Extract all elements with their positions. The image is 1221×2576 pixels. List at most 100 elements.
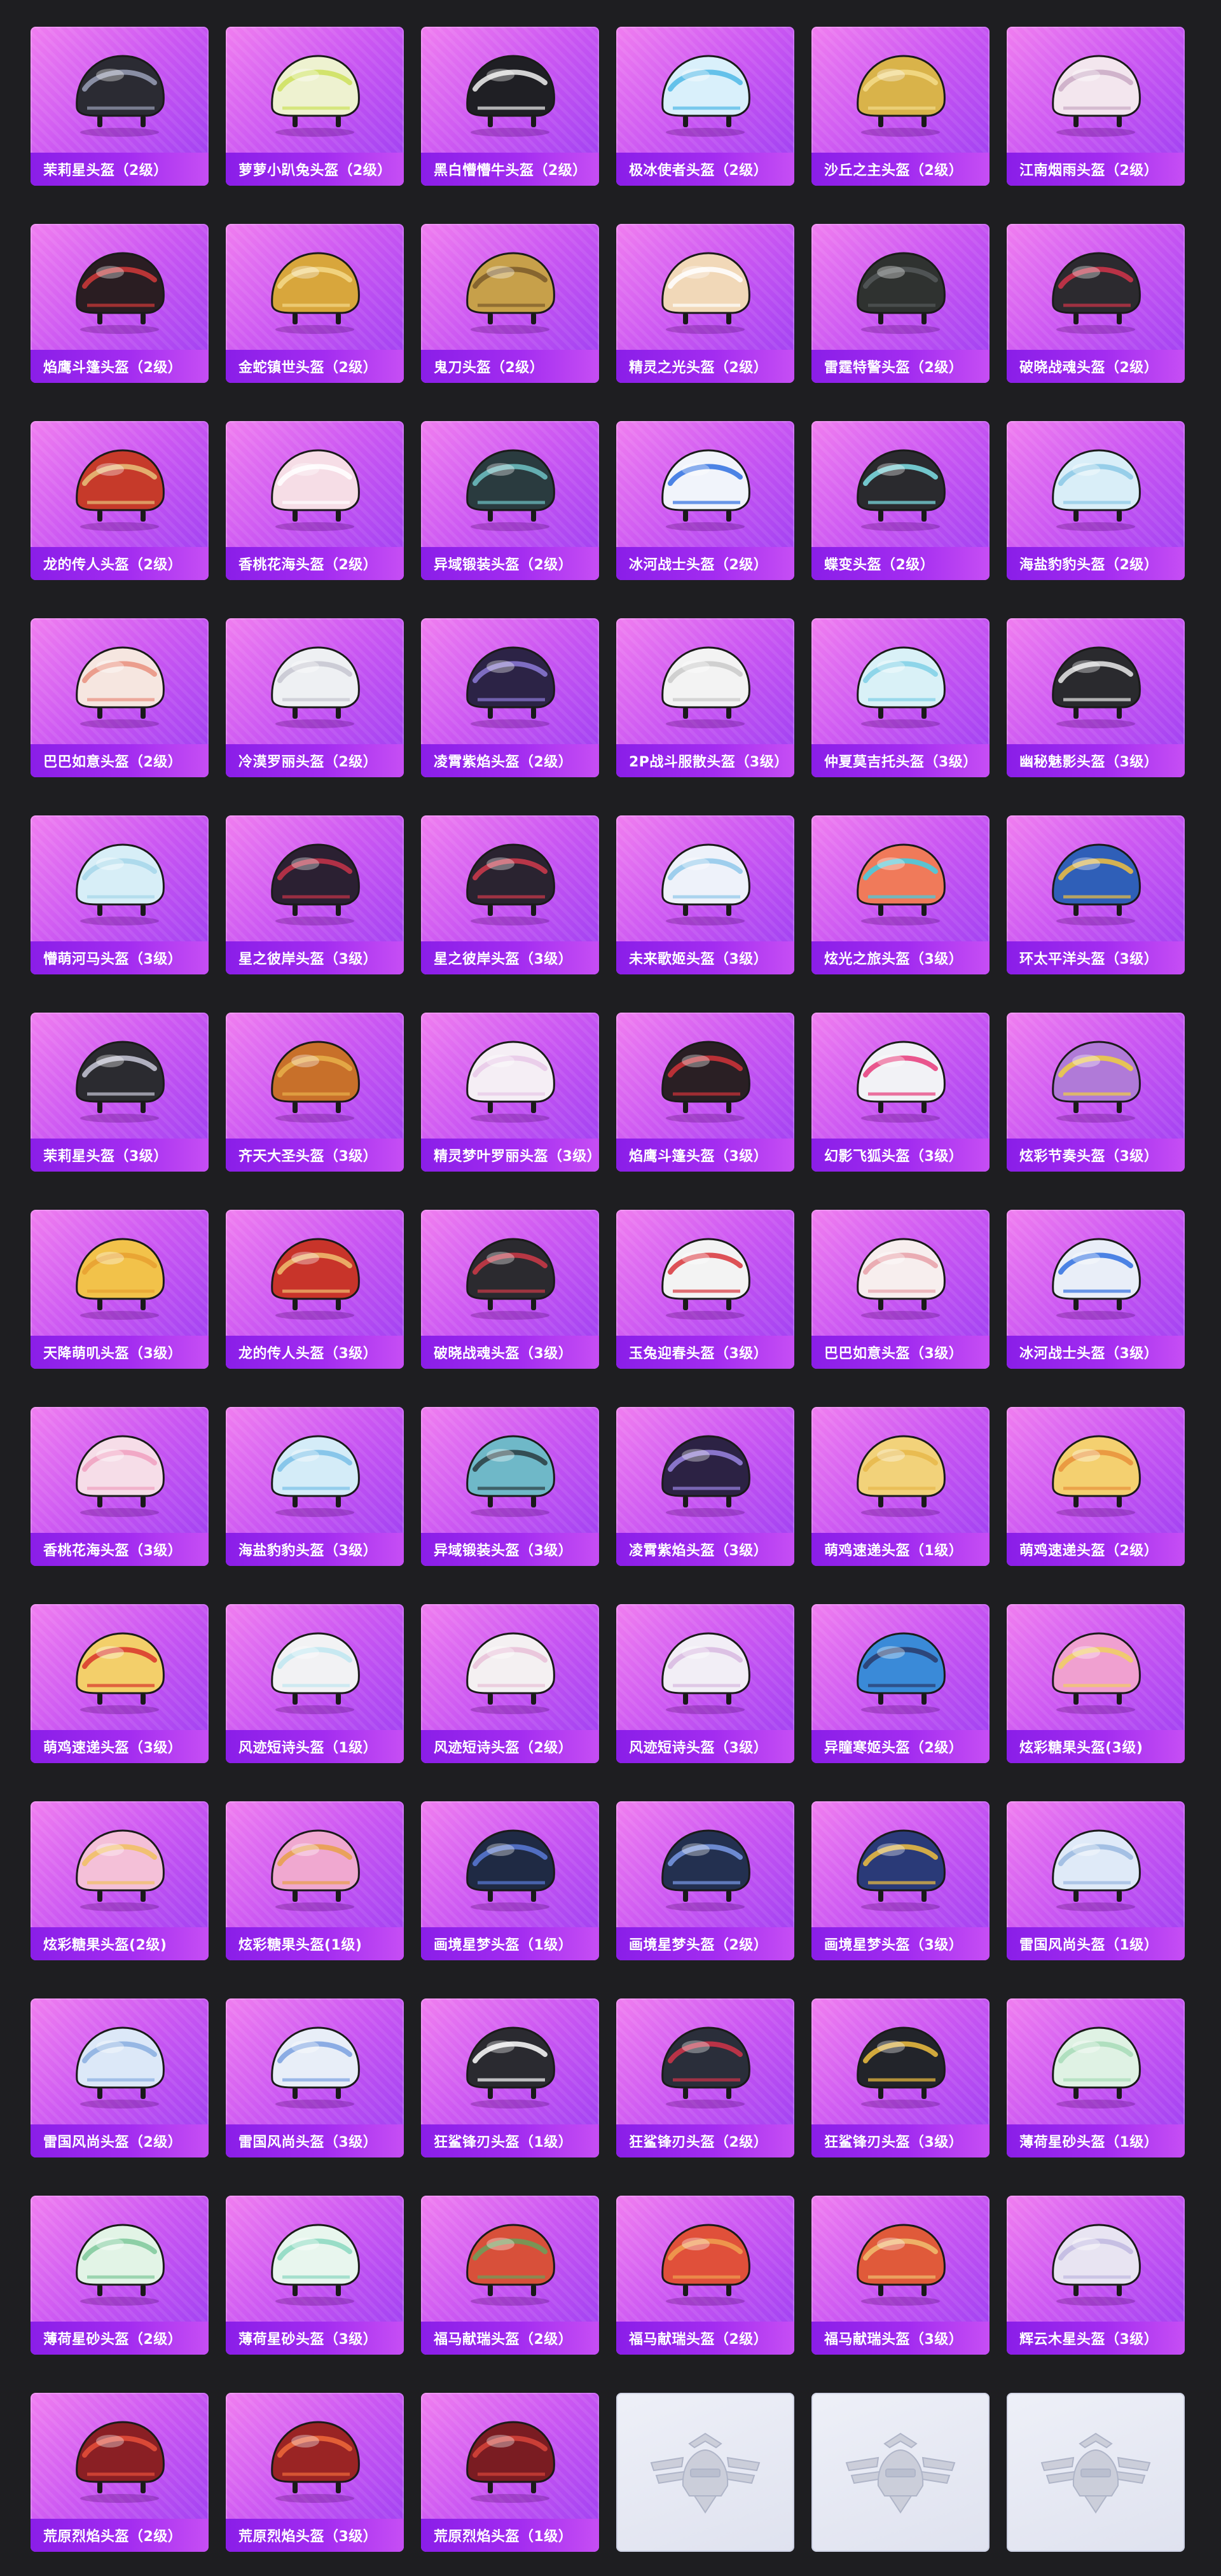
helmet-card[interactable]: 风迹短诗头盔（1级） (226, 1604, 404, 1763)
item-art (421, 2207, 599, 2315)
item-art (226, 1221, 404, 1329)
helmet-card[interactable]: 炫彩节奏头盔（3级） (1007, 1013, 1185, 1172)
helmet-icon (271, 2224, 360, 2306)
helmet-card[interactable]: 破晓战魂头盔（3级） (421, 1210, 599, 1369)
placeholder-card[interactable] (811, 2393, 990, 2552)
item-art (226, 1616, 404, 1724)
helmet-card[interactable]: 精灵梦叶罗丽头盔（3级） (421, 1013, 599, 1172)
helmet-card[interactable]: 茉莉星头盔（3级） (31, 1013, 209, 1172)
helmet-icon (1052, 2026, 1141, 2109)
helmet-card[interactable]: 萝萝小趴兔头盔（2级） (226, 27, 404, 186)
helmet-card[interactable]: 冰河战士头盔（3级） (1007, 1210, 1185, 1369)
helmet-card[interactable]: 仲夏莫吉托头盔（3级） (811, 618, 990, 777)
helmet-card[interactable]: 冰河战士头盔（2级） (616, 421, 794, 580)
helmet-card[interactable]: 香桃花海头盔（3级） (31, 1407, 209, 1566)
helmet-card[interactable]: 异域锻装头盔（3级） (421, 1407, 599, 1566)
helmet-card[interactable]: 狂鲨锋刃头盔（3级） (811, 1998, 990, 2157)
helmet-card[interactable]: 荒原烈焰头盔（1级） (421, 2393, 599, 2552)
helmet-card[interactable]: 薄荷星砂头盔（1级） (1007, 1998, 1185, 2157)
helmet-card[interactable]: 沙丘之主头盔（2级） (811, 27, 990, 186)
helmet-card[interactable]: 齐天大圣头盔（3级） (226, 1013, 404, 1172)
helmet-card[interactable]: 茉莉星头盔（2级） (31, 27, 209, 186)
helmet-card[interactable]: 薄荷星砂头盔（3级） (226, 2196, 404, 2355)
helmet-card[interactable]: 精灵之光头盔（2级） (616, 224, 794, 383)
helmet-card[interactable]: 狂鲨锋刃头盔（1级） (421, 1998, 599, 2157)
helmet-card[interactable]: 炫彩糖果头盔(3级) (1007, 1604, 1185, 1763)
item-label: 福马献瑞头盔（2级） (421, 2322, 599, 2355)
item-label: 冷漠罗丽头盔（2级） (226, 744, 404, 777)
helmet-card[interactable]: 荒原烈焰头盔（2级） (31, 2393, 209, 2552)
item-art (616, 1813, 794, 1921)
helmet-card[interactable]: 雷国风尚头盔（1级） (1007, 1801, 1185, 1960)
helmet-card[interactable]: 破晓战魂头盔（2级） (1007, 224, 1185, 383)
item-art (616, 1418, 794, 1527)
helmet-card[interactable]: 玉兔迎春头盔（3级） (616, 1210, 794, 1369)
helmet-card[interactable]: 萌鸡速递头盔（1级） (811, 1407, 990, 1566)
item-art (31, 1024, 209, 1132)
helmet-card[interactable]: 薄荷星砂头盔（2级） (31, 2196, 209, 2355)
item-label: 破晓战魂头盔（2级） (1007, 350, 1185, 383)
helmet-card[interactable]: 焰鹰斗篷头盔（2级） (31, 224, 209, 383)
helmet-card[interactable]: 天降萌叽头盔（3级） (31, 1210, 209, 1369)
helmet-card[interactable]: 冷漠罗丽头盔（2级） (226, 618, 404, 777)
helmet-card[interactable]: 龙的传人头盔（3级） (226, 1210, 404, 1369)
helmet-card[interactable]: 星之彼岸头盔（3级） (226, 815, 404, 974)
helmet-card[interactable]: 福马献瑞头盔（2级） (616, 2196, 794, 2355)
item-label: 凌霄紫焰头盔（3级） (616, 1533, 794, 1566)
helmet-card[interactable]: 异瞳寒姬头盔（2级） (811, 1604, 990, 1763)
helmet-card[interactable]: 金蛇镇世头盔（2级） (226, 224, 404, 383)
helmet-card[interactable]: 荒原烈焰头盔（3级） (226, 2393, 404, 2552)
helmet-card[interactable]: 极冰使者头盔（2级） (616, 27, 794, 186)
helmet-card[interactable]: 黑白懵懵牛头盔（2级） (421, 27, 599, 186)
helmet-card[interactable]: 炫光之旅头盔（3级） (811, 815, 990, 974)
helmet-card[interactable]: 福马献瑞头盔（2级） (421, 2196, 599, 2355)
helmet-icon (271, 1829, 360, 1911)
helmet-card[interactable]: 环太平洋头盔（3级） (1007, 815, 1185, 974)
placeholder-card[interactable] (616, 2393, 794, 2552)
helmet-card[interactable]: 江南烟雨头盔（2级） (1007, 27, 1185, 186)
helmet-card[interactable]: 雷霆特警头盔（2级） (811, 224, 990, 383)
helmet-card[interactable]: 2P战斗服散头盔（3级） (616, 618, 794, 777)
helmet-card[interactable]: 凌霄紫焰头盔（3级） (616, 1407, 794, 1566)
helmet-card[interactable]: 蝶变头盔（2级） (811, 421, 990, 580)
helmet-card[interactable]: 萌鸡速递头盔（2级） (1007, 1407, 1185, 1566)
helmet-card[interactable]: 风迹短诗头盔（2级） (421, 1604, 599, 1763)
helmet-icon (1052, 252, 1141, 334)
item-label: 炫彩节奏头盔（3级） (1007, 1139, 1185, 1172)
helmet-card[interactable]: 画境星梦头盔（1级） (421, 1801, 599, 1960)
helmet-card[interactable]: 画境星梦头盔（3级） (811, 1801, 990, 1960)
placeholder-emblem-icon (1040, 2432, 1151, 2514)
helmet-card[interactable]: 雷国风尚头盔（3级） (226, 1998, 404, 2157)
helmet-card[interactable]: 巴巴如意头盔（3级） (811, 1210, 990, 1369)
helmet-card[interactable]: 辉云木星头盔（3级） (1007, 2196, 1185, 2355)
helmet-card[interactable]: 巴巴如意头盔（2级） (31, 618, 209, 777)
helmet-card[interactable]: 凌霄紫焰头盔（2级） (421, 618, 599, 777)
helmet-card[interactable]: 福马献瑞头盔（3级） (811, 2196, 990, 2355)
helmet-card[interactable]: 雷国风尚头盔（2级） (31, 1998, 209, 2157)
helmet-card[interactable]: 幽秘魅影头盔（3级） (1007, 618, 1185, 777)
helmet-card[interactable]: 龙的传人头盔（2级） (31, 421, 209, 580)
helmet-card[interactable]: 风迹短诗头盔（3级） (616, 1604, 794, 1763)
helmet-card[interactable]: 炫彩糖果头盔(1级) (226, 1801, 404, 1960)
item-art (616, 1616, 794, 1724)
helmet-icon (76, 1829, 165, 1911)
helmet-card[interactable]: 狂鲨锋刃头盔（2级） (616, 1998, 794, 2157)
helmet-card[interactable]: 炫彩糖果头盔(2级) (31, 1801, 209, 1960)
helmet-card[interactable]: 异域锻装头盔（2级） (421, 421, 599, 580)
helmet-icon (661, 843, 750, 925)
helmet-card[interactable]: 懵萌河马头盔（3级） (31, 815, 209, 974)
item-label: 炫光之旅头盔（3级） (811, 941, 990, 974)
helmet-card[interactable]: 画境星梦头盔（2级） (616, 1801, 794, 1960)
helmet-card[interactable]: 萌鸡速递头盔（3级） (31, 1604, 209, 1763)
placeholder-card[interactable] (1007, 2393, 1185, 2552)
helmet-card[interactable]: 幻影飞狐头盔（3级） (811, 1013, 990, 1172)
item-art (616, 433, 794, 541)
helmet-card[interactable]: 海盐豹豹头盔（2级） (1007, 421, 1185, 580)
helmet-card[interactable]: 鬼刀头盔（2级） (421, 224, 599, 383)
helmet-card[interactable]: 海盐豹豹头盔（3级） (226, 1407, 404, 1566)
helmet-card[interactable]: 香桃花海头盔（2级） (226, 421, 404, 580)
helmet-card[interactable]: 星之彼岸头盔（3级） (421, 815, 599, 974)
item-art (616, 235, 794, 343)
helmet-card[interactable]: 焰鹰斗篷头盔（3级） (616, 1013, 794, 1172)
helmet-card[interactable]: 未来歌姬头盔（3级） (616, 815, 794, 974)
